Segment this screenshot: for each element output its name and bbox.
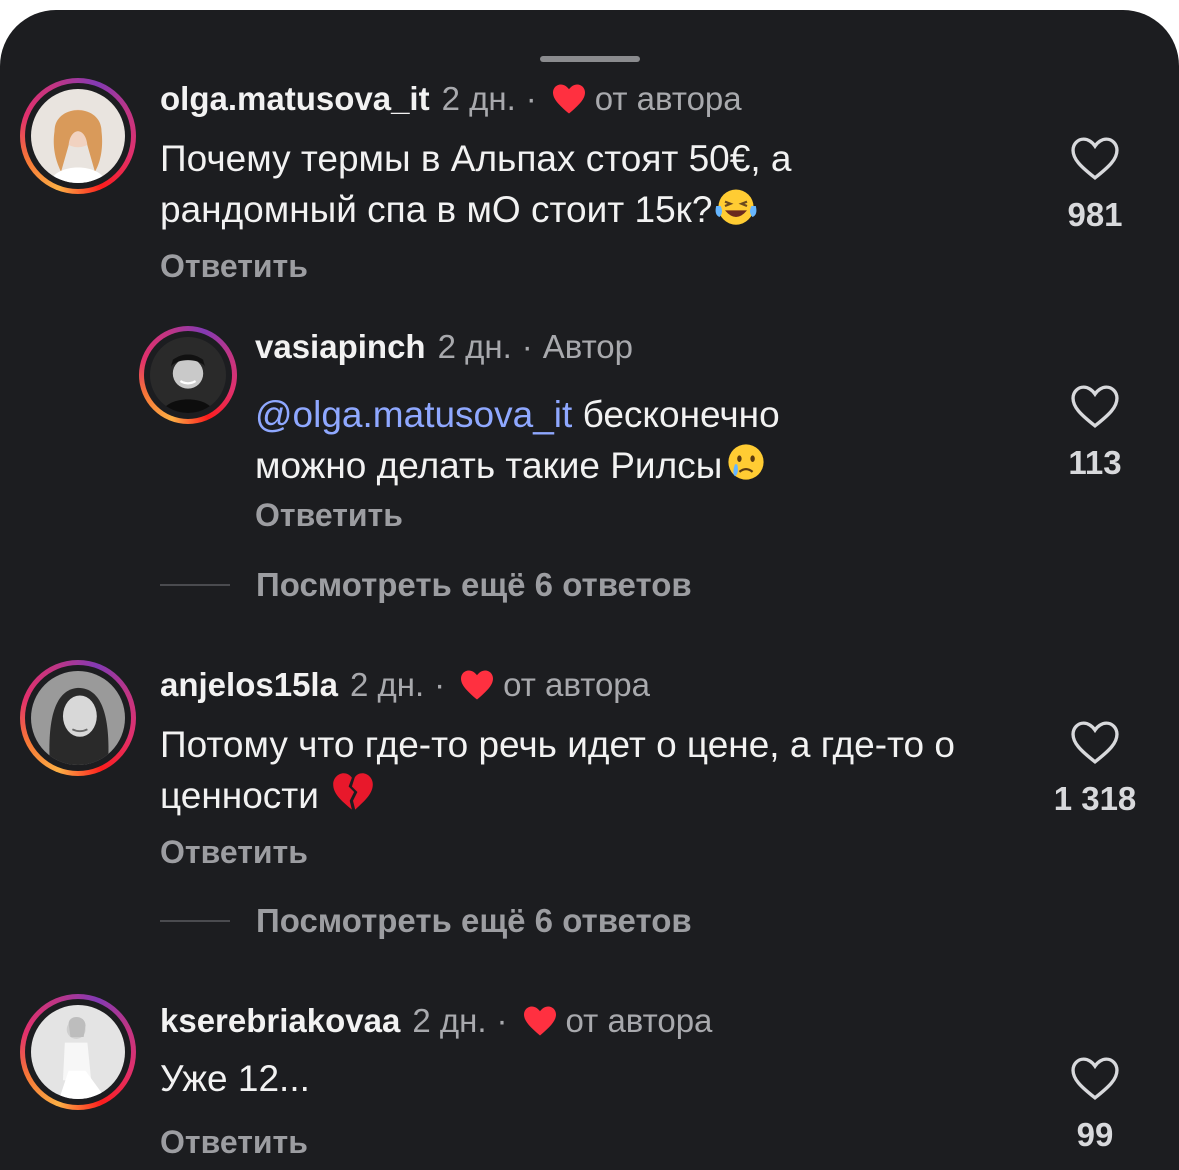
heart-filled-icon [461,670,494,700]
mention-link[interactable]: @olga.matusova_it [255,394,572,435]
heart-outline-icon[interactable] [1069,136,1121,182]
like-control: 99 [1035,1056,1155,1154]
like-count: 981 [1067,196,1123,233]
avatar-image [150,337,226,413]
heart-outline-icon[interactable] [1069,720,1121,766]
drag-handle[interactable] [540,56,640,62]
divider-line [160,920,230,922]
heart-outline-icon[interactable] [1069,384,1121,430]
like-count: 99 [1076,1116,1114,1153]
username[interactable]: olga.matusova_it [160,80,430,118]
avatar-image [31,671,125,765]
username[interactable]: anjelos15la [160,666,338,704]
separator-dot: · [525,80,537,117]
like-control: 981 [1035,136,1155,234]
heart-filled-icon [552,84,585,114]
username[interactable]: vasiapinch [255,328,426,366]
broken-heart-emoji-icon [333,773,374,810]
like-control: 1 318 [1035,720,1155,818]
like-count: 113 [1068,444,1122,481]
like-count: 1 318 [1053,780,1137,817]
comment-text: Почему термы в Альпах стоят 50€, а рандо… [160,134,960,235]
comment-meta: kserebriakovaa 2 дн. · от автора [160,1002,712,1040]
reply-button[interactable]: Ответить [160,1124,308,1161]
timestamp: 2 дн. [412,1002,487,1039]
laughing-tears-emoji-icon [715,189,757,225]
view-more-label: Посмотреть ещё 6 ответов [256,566,692,603]
comment-text-body: Потому что где-то речь идет о цене, а гд… [160,724,955,816]
author-badge: Автор [542,328,634,365]
author-liked-badge: от автора [565,1002,713,1039]
comment-text-body: Почему термы в Альпах стоят 50€, а рандо… [160,138,792,230]
reply-button[interactable]: Ответить [255,497,403,534]
avatar[interactable] [20,994,136,1110]
crying-face-emoji-icon [728,444,764,480]
view-more-replies-button[interactable]: Посмотреть ещё 6 ответов [160,566,692,604]
heart-filled-icon [523,1006,556,1036]
comment-meta: olga.matusova_it 2 дн. · от автора [160,80,742,118]
separator-dot: · [521,328,533,365]
avatar-image [31,1005,125,1099]
separator-dot: · [434,666,446,703]
comments-sheet: olga.matusova_it 2 дн. · от автора Почем… [0,10,1179,1170]
divider-line [160,584,230,586]
author-liked-badge: от автора [503,666,650,703]
username[interactable]: kserebriakovaa [160,1002,400,1040]
comment-meta: vasiapinch 2 дн. · Автор [255,328,633,366]
reply-button[interactable]: Ответить [160,834,308,871]
separator-dot: · [496,1002,508,1039]
comment-meta: anjelos15la 2 дн. · от автора [160,666,650,704]
timestamp: 2 дн. [437,328,512,365]
comment-text: Уже 12... [160,1058,310,1099]
reply-button[interactable]: Ответить [160,248,308,285]
avatar[interactable] [139,326,237,424]
view-more-replies-button[interactable]: Посмотреть ещё 6 ответов [160,902,692,940]
like-control: 113 [1035,384,1155,482]
timestamp: 2 дн. [349,666,425,703]
view-more-label: Посмотреть ещё 6 ответов [256,902,692,939]
heart-outline-icon[interactable] [1069,1056,1121,1102]
avatar[interactable] [20,78,136,194]
avatar[interactable] [20,660,136,776]
timestamp: 2 дн. [441,80,516,117]
comment-text: Потому что где-то речь идет о цене, а гд… [160,720,960,821]
comment-text: @olga.matusova_it бесконечно можно делат… [255,390,895,491]
avatar-image [31,89,125,183]
author-liked-badge: от автора [594,80,742,117]
